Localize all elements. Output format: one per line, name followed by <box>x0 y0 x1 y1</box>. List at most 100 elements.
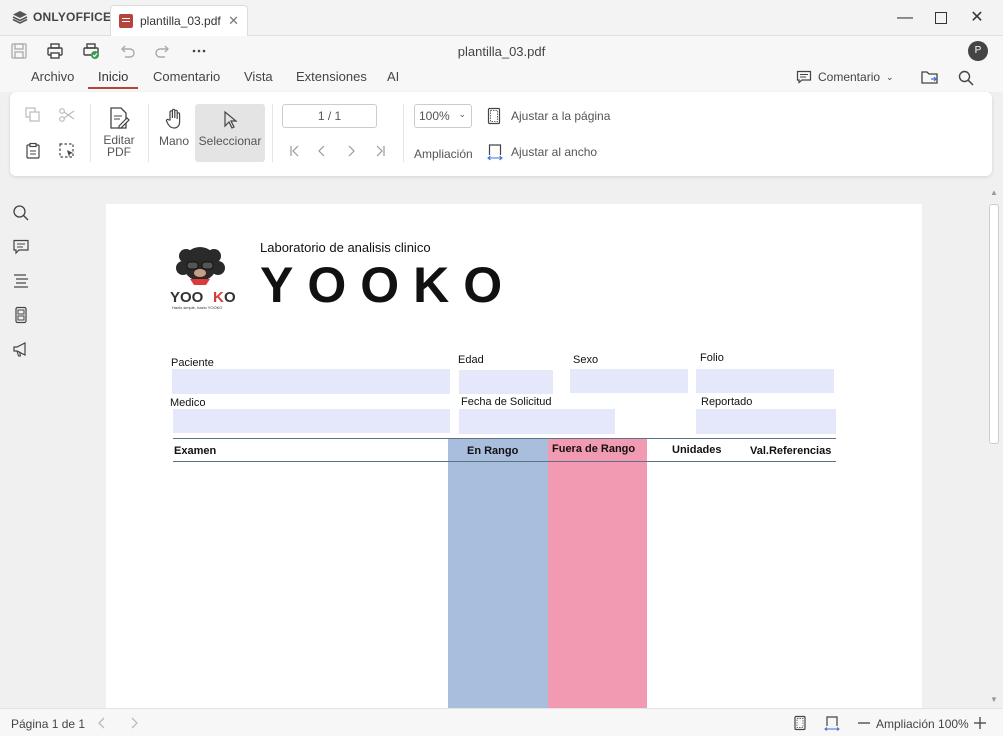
header-examen: Examen <box>174 445 217 457</box>
first-page-icon[interactable] <box>288 144 302 158</box>
field-reportado[interactable] <box>696 409 836 434</box>
select-tool-button[interactable]: Seleccionar <box>195 104 265 162</box>
menu-vista[interactable]: Vista <box>244 69 273 84</box>
scrollbar-thumb[interactable] <box>989 204 999 444</box>
ribbon-separator <box>148 104 149 162</box>
svg-text:O: O <box>224 289 236 306</box>
chevron-down-icon: ⌄ <box>886 71 894 82</box>
zoom-out-icon[interactable] <box>856 715 872 731</box>
menu-archivo[interactable]: Archivo <box>31 69 74 84</box>
lab-title: YOOKO <box>260 257 517 313</box>
pdf-page: YOO K O Hazlo simple, hazlo YOOKO Labora… <box>106 204 922 708</box>
svg-text:Hazlo simple, hazlo YOOKO: Hazlo simple, hazlo YOOKO <box>172 305 222 310</box>
field-paciente[interactable] <box>172 369 450 394</box>
pdf-file-icon <box>119 14 133 28</box>
menu-inicio[interactable]: Inicio <box>98 69 128 84</box>
field-medico[interactable] <box>173 409 450 433</box>
cut-icon[interactable] <box>58 106 76 124</box>
fit-width-button[interactable]: Ajustar al ancho <box>511 145 597 159</box>
quick-access-bar: plantilla_03.pdf P <box>0 36 1003 66</box>
svg-text:YOO: YOO <box>170 289 204 306</box>
next-page-icon[interactable] <box>344 144 358 158</box>
hand-icon <box>165 108 181 129</box>
menu-ai[interactable]: AI <box>387 69 399 84</box>
search-icon[interactable] <box>958 70 974 86</box>
field-folio[interactable] <box>696 369 834 393</box>
previous-page-icon[interactable] <box>94 715 110 731</box>
zoom-in-icon[interactable] <box>972 715 988 731</box>
feedback-megaphone-icon[interactable] <box>12 340 30 358</box>
document-title: plantilla_03.pdf <box>457 44 546 59</box>
fit-page-icon[interactable] <box>487 107 501 125</box>
label-paciente: Paciente <box>171 357 214 369</box>
scroll-up-icon[interactable]: ▲ <box>989 188 999 198</box>
select-all-icon[interactable] <box>58 142 76 160</box>
next-page-icon[interactable] <box>126 715 142 731</box>
open-folder-icon[interactable] <box>921 69 939 85</box>
label-fecha-solicitud: Fecha de Solicitud <box>461 396 552 408</box>
menu-bar: Archivo Inicio Comentario Vista Extensio… <box>0 66 1003 92</box>
lab-subtitle: Laboratorio de analisis clinico <box>260 240 431 255</box>
label-sexo: Sexo <box>573 354 599 366</box>
edit-pdf-label-line2: PDF <box>107 145 131 159</box>
hand-tool-label: Mano <box>158 134 190 148</box>
comment-button[interactable]: Comentario ⌄ <box>796 70 894 84</box>
last-page-icon[interactable] <box>373 144 387 158</box>
minimize-button[interactable]: — <box>895 8 915 28</box>
copy-icon[interactable] <box>24 106 42 124</box>
maximize-button[interactable] <box>931 8 951 28</box>
vertical-scrollbar[interactable]: ▲ ▼ <box>987 186 1001 708</box>
app-brand: ONLYOFFICE <box>12 10 111 24</box>
header-val-referencias: Val.Referencias <box>750 445 832 457</box>
comment-button-label: Comentario <box>818 70 881 84</box>
field-fecha-solicitud[interactable] <box>459 409 615 434</box>
column-en-rango <box>448 438 548 708</box>
title-bar: ONLYOFFICE plantilla_03.pdf ✕ — ✕ <box>0 0 1003 36</box>
tab-title: plantilla_03.pdf <box>140 14 221 28</box>
onlyoffice-logo-icon <box>12 11 28 24</box>
header-en-rango: En Rango <box>467 445 519 457</box>
navigation-icon[interactable] <box>12 272 30 290</box>
label-medico: Medico <box>170 397 206 409</box>
fit-page-icon[interactable] <box>792 715 808 731</box>
field-sexo[interactable] <box>570 369 688 393</box>
fit-page-button[interactable]: Ajustar a la página <box>511 109 610 123</box>
user-avatar[interactable]: P <box>968 41 988 61</box>
page-indicator: Página 1 de 1 <box>11 717 86 731</box>
close-window-button[interactable]: ✕ <box>967 8 987 28</box>
field-edad[interactable] <box>459 370 553 394</box>
document-tab[interactable]: plantilla_03.pdf ✕ <box>110 5 248 36</box>
comments-icon[interactable] <box>12 238 30 256</box>
search-icon[interactable] <box>12 204 30 222</box>
status-bar: Página 1 de 1 Ampliación 100% <box>0 708 1003 736</box>
fit-width-icon[interactable] <box>824 715 840 731</box>
chevron-down-icon: ⌄ <box>458 109 466 119</box>
edit-pdf-icon <box>110 107 130 129</box>
menu-comentario[interactable]: Comentario <box>153 69 220 84</box>
svg-text:K: K <box>213 289 224 306</box>
select-tool-label: Seleccionar <box>198 134 262 148</box>
paste-icon[interactable] <box>24 142 42 160</box>
close-tab-icon[interactable]: ✕ <box>228 13 239 29</box>
yooko-logo: YOO K O Hazlo simple, hazlo YOOKO <box>170 247 236 310</box>
zoom-select[interactable]: 100% ⌄ <box>414 104 472 128</box>
label-folio: Folio <box>700 352 724 364</box>
header-unidades: Unidades <box>672 444 722 456</box>
menu-extensiones[interactable]: Extensiones <box>296 69 367 84</box>
label-reportado: Reportado <box>701 396 753 408</box>
cursor-icon <box>224 110 238 129</box>
page-number-input[interactable]: 1 / 1 <box>282 104 377 128</box>
zoom-indicator: Ampliación 100% <box>876 717 969 731</box>
maximize-icon <box>935 12 947 24</box>
table-top-rule <box>173 438 836 439</box>
fit-width-icon[interactable] <box>487 143 503 161</box>
ribbon-separator <box>403 104 404 162</box>
label-edad: Edad <box>458 354 484 366</box>
hand-tool-button[interactable]: Mano <box>156 108 192 148</box>
thumbnails-icon[interactable] <box>12 306 30 324</box>
table-header-rule <box>173 461 836 462</box>
edit-pdf-button[interactable]: Editar PDF <box>98 106 140 158</box>
previous-page-icon[interactable] <box>315 144 329 158</box>
scroll-down-icon[interactable]: ▼ <box>989 695 999 705</box>
document-viewport[interactable]: YOO K O Hazlo simple, hazlo YOOKO Labora… <box>40 186 986 708</box>
